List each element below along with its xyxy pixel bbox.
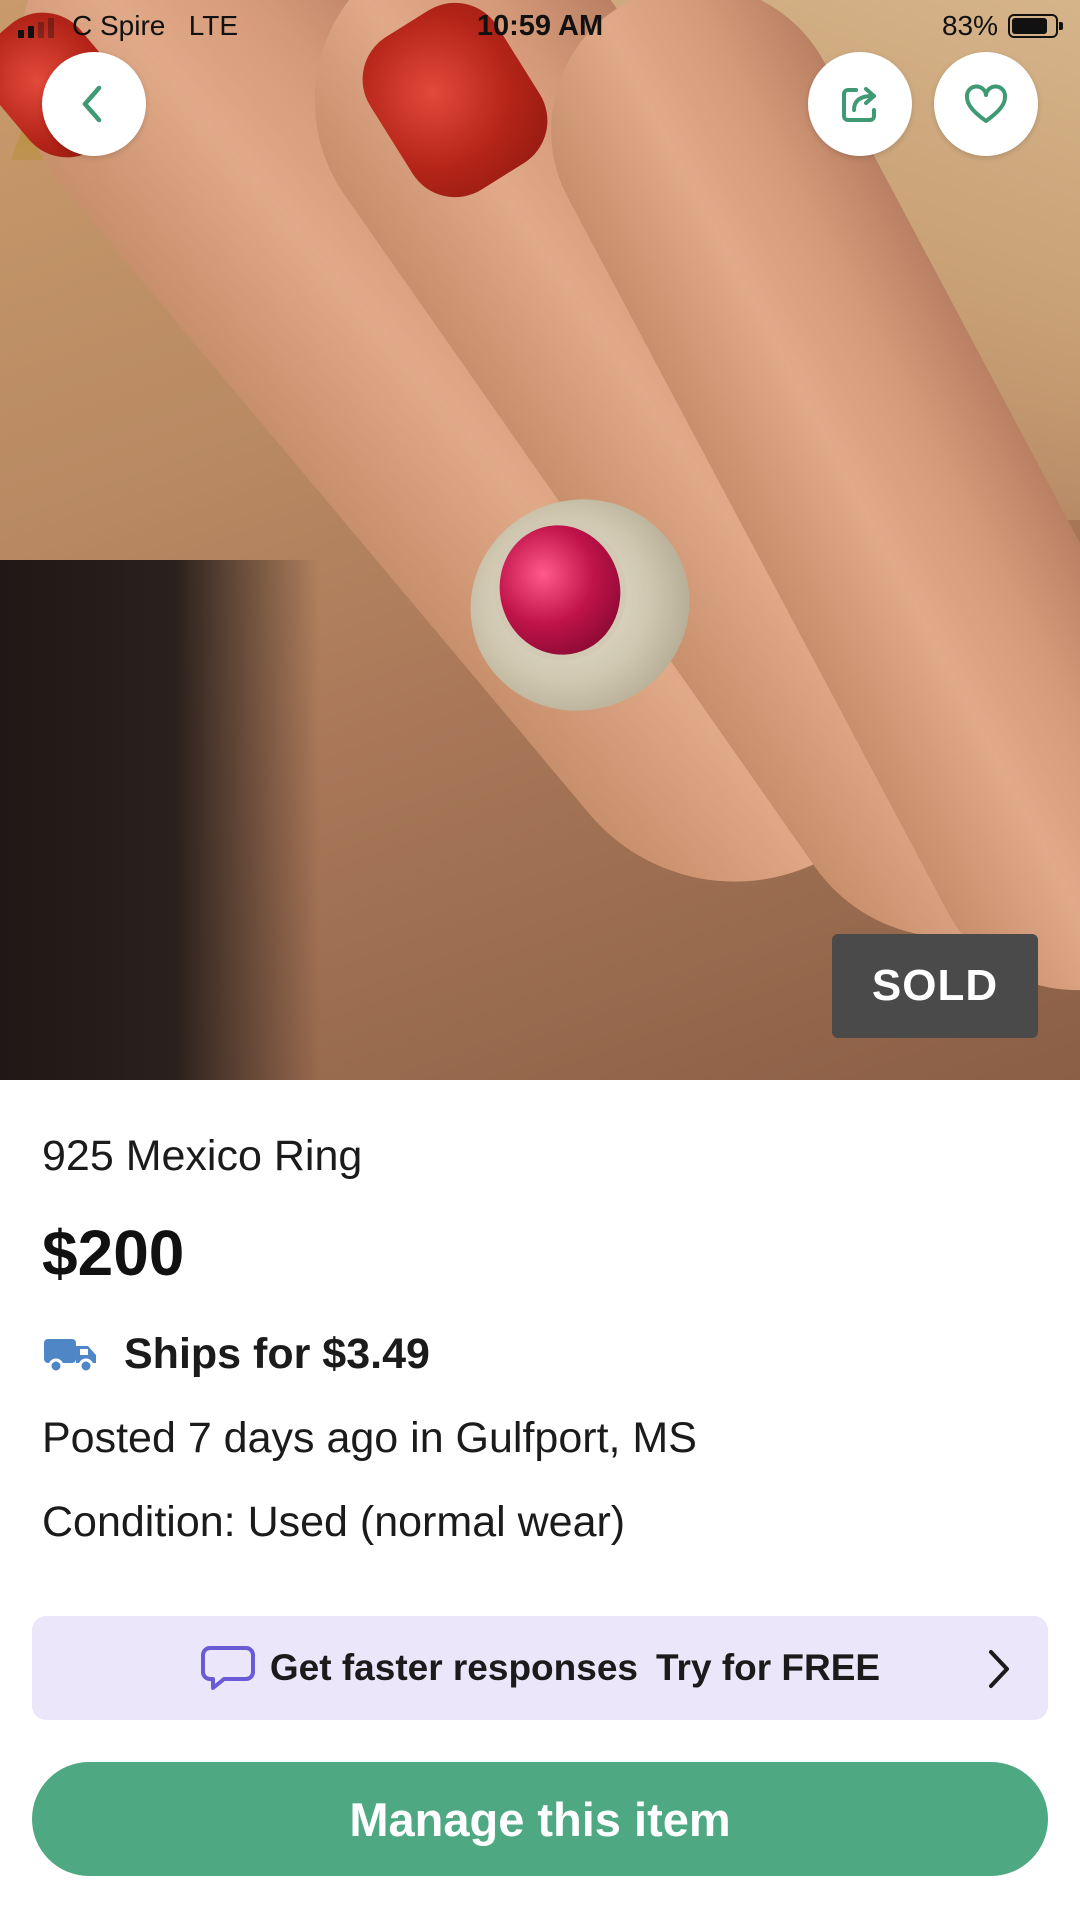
- item-condition: Condition: Used (normal wear): [42, 1498, 626, 1546]
- chevron-right-icon: [989, 1650, 1009, 1688]
- chevron-left-icon: [82, 85, 102, 123]
- share-icon: [842, 87, 876, 122]
- posted-info: Posted 7 days ago in Gulfport, MS: [42, 1414, 697, 1462]
- share-button[interactable]: [808, 52, 912, 156]
- promo-cta-text: Try for FREE: [656, 1647, 881, 1688]
- shipping-row: Ships for $3.49: [42, 1330, 430, 1379]
- sold-badge: SOLD: [832, 934, 1038, 1038]
- status-time: 10:59 AM: [476, 10, 604, 42]
- battery-percent: 83%: [941, 10, 998, 41]
- photo-shadow: [0, 560, 320, 1080]
- faster-responses-banner[interactable]: Get faster responses Try for FREE: [32, 1616, 1048, 1720]
- back-button[interactable]: [42, 52, 146, 156]
- chat-bubble-icon: [200, 1646, 255, 1690]
- promo-lead-text: Get faster responses: [269, 1647, 638, 1688]
- shipping-price: Ships for $3.49: [124, 1330, 430, 1378]
- item-title: 925 Mexico Ring: [42, 1132, 363, 1180]
- product-photo[interactable]: [0, 0, 1080, 1080]
- favorite-button[interactable]: [934, 52, 1038, 156]
- battery-icon: [1008, 14, 1063, 38]
- truck-icon: [44, 1338, 96, 1373]
- status-bar: C Spire LTE 10:59 AM 83%: [0, 0, 1080, 54]
- heart-icon: [964, 84, 1008, 123]
- item-price: $200: [42, 1217, 185, 1289]
- manage-item-button[interactable]: Manage this item: [32, 1762, 1048, 1876]
